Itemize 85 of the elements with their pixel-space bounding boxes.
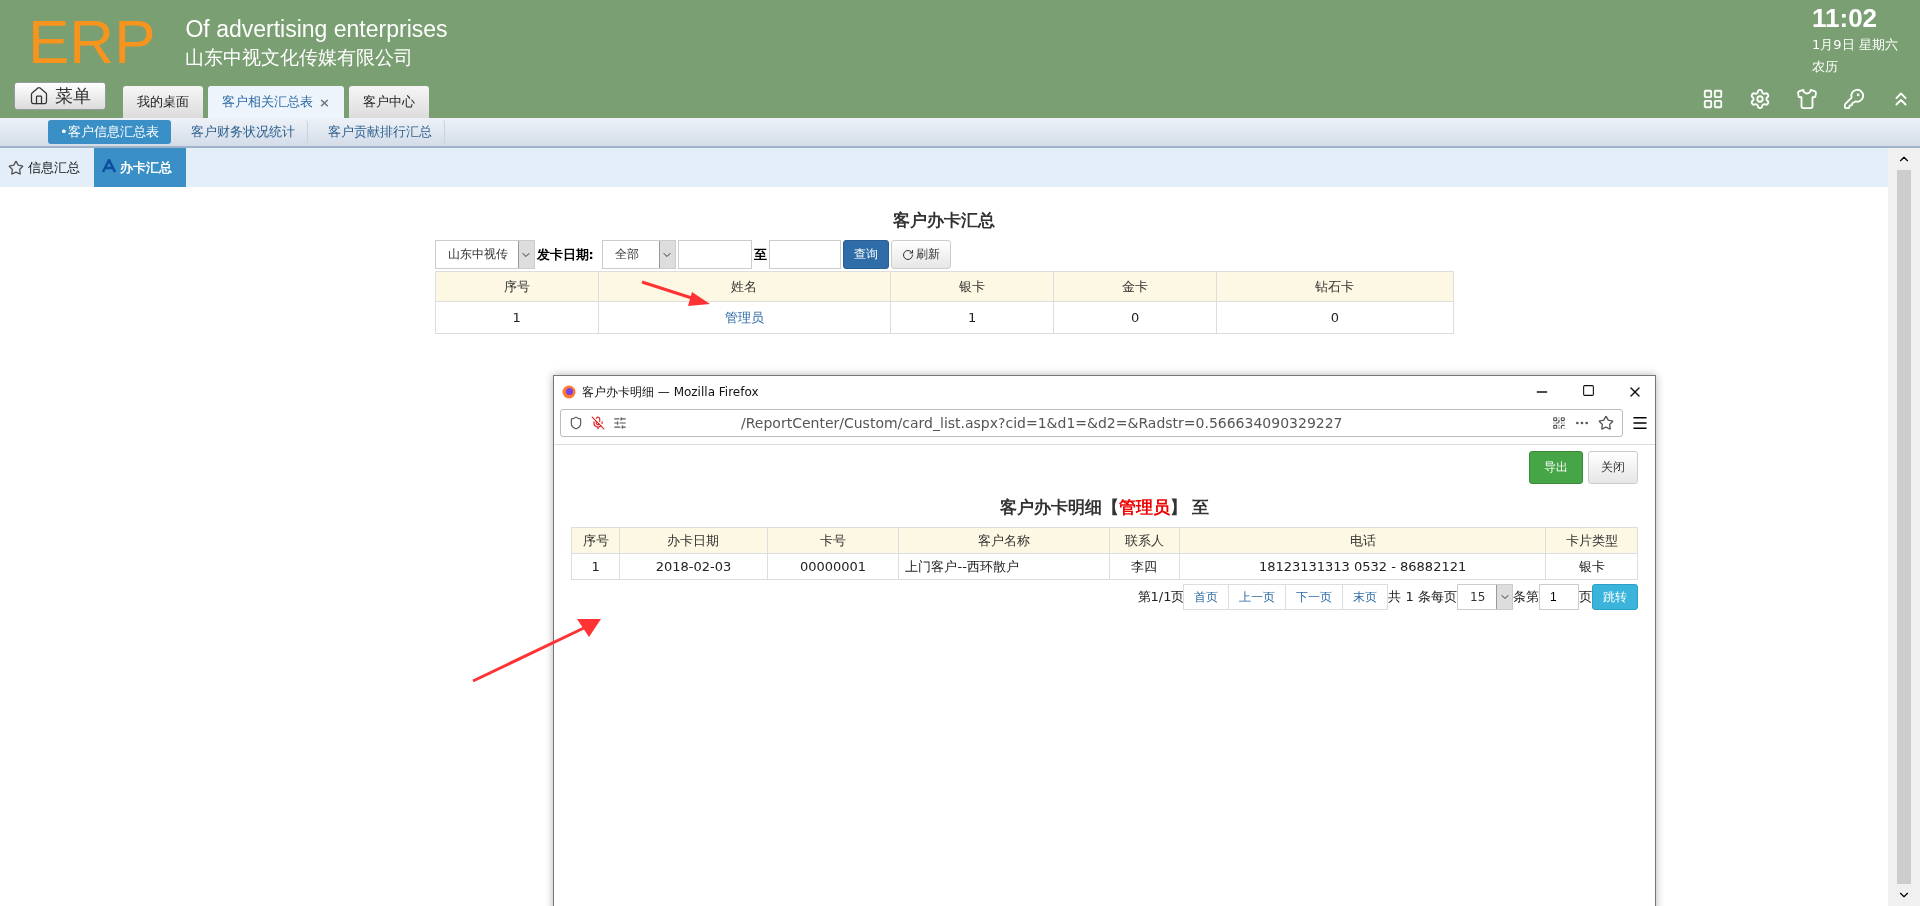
close-icon[interactable]: × <box>319 94 330 110</box>
column-header: 序号 <box>571 527 620 554</box>
sliders-icon <box>613 416 627 430</box>
start-date-field[interactable] <box>677 240 752 269</box>
table-cell: 1 <box>890 301 1054 334</box>
table-cell: 李四 <box>1109 553 1180 580</box>
tab-label: 我的桌面 <box>137 93 189 111</box>
logo: ERP <box>28 10 156 74</box>
tab-label: 客户中心 <box>362 93 415 111</box>
arrow-drawing <box>640 280 710 306</box>
table-cell: 1 <box>435 301 599 334</box>
pager-button[interactable]: 上一页 <box>1228 584 1287 610</box>
date-label: 发卡日期: <box>536 245 594 264</box>
page-number-field[interactable]: 1 <box>1539 584 1579 610</box>
section-tab-label: 信息汇总 <box>28 158 80 177</box>
key-icon[interactable] <box>1843 88 1865 110</box>
tab[interactable]: 我的桌面 <box>123 86 203 118</box>
tab[interactable]: 客户相关汇总表 × <box>208 86 344 118</box>
company-select[interactable]: 山东中视传 <box>434 240 535 269</box>
pager-button[interactable]: 下一页 <box>1285 584 1344 610</box>
per-label: 条第 <box>1513 588 1539 606</box>
column-header: 银卡 <box>890 271 1054 302</box>
lunar-label: 农历 <box>1812 58 1839 76</box>
window-title: 客户办卡明细 — Mozilla Firefox <box>582 383 759 401</box>
tab-label: 客户相关汇总表 <box>222 93 313 111</box>
column-header: 序号 <box>435 271 599 302</box>
table-cell: 18123131313 0532 - 86882121 <box>1179 553 1546 580</box>
subnav-item[interactable]: 客户贡献排行汇总 <box>315 120 445 144</box>
column-header: 电话 <box>1179 527 1546 554</box>
star-icon <box>8 159 24 176</box>
column-header: 办卡日期 <box>619 527 768 554</box>
table-cell: 2018-02-03 <box>619 553 768 580</box>
menu-button[interactable]: 菜单 <box>14 82 106 110</box>
section-tab[interactable]: 办卡汇总 <box>94 148 186 187</box>
app-title: Of advertising enterprises <box>185 16 448 43</box>
shield-icon <box>569 416 583 430</box>
column-header: 卡号 <box>767 527 899 554</box>
scrollbar[interactable] <box>1888 148 1920 906</box>
detail-heading: 客户办卡明细【管理员】 至 <box>998 496 1211 519</box>
shirt-icon[interactable] <box>1796 88 1818 110</box>
clock-time: 11:02 <box>1812 4 1879 32</box>
pager-button[interactable]: 末页 <box>1342 584 1389 610</box>
close-button[interactable]: 关闭 <box>1588 451 1638 484</box>
section-tab[interactable]: 信息汇总 <box>0 148 94 187</box>
qr-code-icon <box>1552 416 1566 430</box>
page-label: 页 <box>1579 588 1592 606</box>
table-cell: 0 <box>1216 301 1453 334</box>
table-cell: 上门客户--西环散户 <box>898 553 1110 580</box>
clock-date: 1月9日 星期六 <box>1812 36 1899 54</box>
menu-icon[interactable] <box>1631 414 1649 432</box>
column-header: 卡片类型 <box>1545 527 1638 554</box>
page-info: 第1/1页 <box>1137 588 1185 606</box>
grid-icon[interactable] <box>1702 88 1724 110</box>
table-cell: 00000001 <box>767 553 899 580</box>
subnav-item[interactable]: •客户信息汇总表 <box>48 120 171 144</box>
end-date-field[interactable] <box>768 240 841 269</box>
refresh-icon <box>901 248 914 261</box>
browser-logo-icon <box>562 385 576 399</box>
column-header: 客户名称 <box>898 527 1110 554</box>
table-cell: 1 <box>571 553 620 580</box>
column-header: 联系人 <box>1109 527 1180 554</box>
page-size-select[interactable]: 15 <box>1457 584 1513 610</box>
refresh-button[interactable]: 刷新 <box>890 240 951 269</box>
maximize-icon[interactable] <box>1582 384 1595 397</box>
subnav-item[interactable]: 客户财务状况统计 <box>178 120 308 144</box>
table-cell: 银卡 <box>1545 553 1638 580</box>
url-text: /ReportCenter/Custom/card_list.aspx?cid=1&d1=&d2=&Radstr=0.566634090329227 <box>740 415 1344 431</box>
query-button[interactable]: 查询 <box>842 240 889 269</box>
column-header: 姓名 <box>598 271 891 302</box>
report-title: 客户办卡汇总 <box>892 209 996 232</box>
settings-icon[interactable] <box>1749 88 1771 110</box>
home-icon <box>29 86 49 106</box>
section-tab-label: 办卡汇总 <box>120 158 172 177</box>
star-icon[interactable] <box>1598 415 1614 431</box>
range-select[interactable]: 全部 <box>601 240 676 269</box>
table-cell: 0 <box>1053 301 1217 334</box>
to-label: 至 <box>753 245 767 264</box>
total-label: 共 1 条每页 <box>1388 588 1457 606</box>
column-header: 金卡 <box>1053 271 1217 302</box>
mic-off-icon <box>591 416 605 430</box>
address-field[interactable]: /ReportCenter/Custom/card_list.aspx?cid=1&d1=&d2=&Radstr=0.566634090329227 <box>560 409 1623 437</box>
pager-button[interactable]: 首页 <box>1183 584 1230 610</box>
column-header: 钻石卡 <box>1216 271 1453 302</box>
tab[interactable]: 客户中心 <box>348 86 429 118</box>
company-name: 山东中视文化传媒有限公司 <box>185 46 415 70</box>
